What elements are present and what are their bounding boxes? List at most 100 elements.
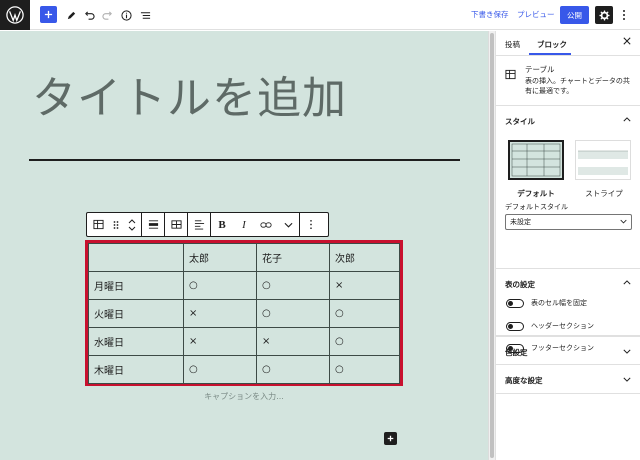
styles-panel: スタイル デフォルト ストライプ デフォルトスタイル 未設定 [496,106,640,269]
table-cell[interactable]: ○ [256,355,330,384]
block-description: 表の挿入。チャートとデータの共有に最適です。 [525,77,630,95]
redo-icon[interactable] [98,6,116,24]
list-view-icon[interactable] [136,6,154,24]
default-style-value: 未設定 [510,218,531,226]
table-caption-input[interactable]: キャプションを入力... [85,391,403,402]
table-cell[interactable]: 太郎 [183,243,257,272]
tab-post[interactable]: 投稿 [505,39,520,50]
move-up-down-icon[interactable] [123,213,141,236]
header-section-toggle[interactable] [506,321,524,331]
table-cell[interactable]: 火曜日 [88,299,184,328]
chevron-down-icon[interactable] [623,375,631,384]
style-option-default[interactable] [508,140,564,180]
style-label-default: デフォルト [517,189,555,198]
block-toolbar: B I [86,212,329,237]
table-cell[interactable]: 水曜日 [88,327,184,356]
publish-button[interactable]: 公開 [560,6,589,24]
fixed-width-toggle-row: 表のセル幅を固定 [506,297,587,309]
toolbar-group-text-align [188,213,211,236]
table-cell[interactable]: × [256,327,330,356]
chevron-up-icon[interactable] [623,278,631,287]
post-title-input[interactable]: タイトルを追加 [32,62,347,126]
add-block-button[interactable] [40,6,57,23]
align-icon[interactable] [142,213,164,236]
edit-table-icon[interactable] [165,213,187,236]
table-row: 火曜日 × ○ ○ [88,299,400,328]
block-card: テーブル 表の挿入。チャートとデータの共有に最適です。 [496,56,640,106]
table-cell[interactable]: ○ [183,271,257,300]
italic-icon[interactable]: I [233,213,255,236]
settings-gear-icon[interactable] [595,6,613,24]
link-icon[interactable] [255,213,277,236]
table-row: 月曜日 ○ ○ × [88,271,400,300]
color-settings-panel[interactable]: 色設定 [496,336,640,365]
toolbar-group-options [300,213,322,236]
block-options-icon[interactable] [300,213,322,236]
chevron-down-icon[interactable] [623,347,631,356]
save-draft-button[interactable]: 下書き保存 [471,9,509,20]
table-block-icon[interactable] [87,213,109,236]
preview-button[interactable]: プレビュー [517,9,555,20]
chevron-up-icon[interactable] [623,115,631,124]
text-align-icon[interactable] [188,213,210,236]
table-cell[interactable]: ○ [183,355,257,384]
chevron-down-icon[interactable] [277,213,299,236]
fixed-width-toggle[interactable] [506,298,524,308]
toggle-knob [508,300,513,306]
sidebar-tabs: 投稿 ブロック [496,31,640,56]
editor-topbar: 下書き保存 プレビュー 公開 [0,0,640,30]
fixed-width-label: 表のセル幅を固定 [531,299,587,307]
table-cell[interactable]: 月曜日 [88,271,184,300]
wordpress-logo-icon[interactable] [0,0,30,30]
info-icon[interactable] [117,6,135,24]
table-block[interactable]: 太郎 花子 次郎 月曜日 ○ ○ × 火曜日 × ○ ○ 水曜日 × × ○ 木… [85,240,403,386]
default-style-select[interactable]: 未設定 [505,214,632,230]
table-cell[interactable]: 花子 [256,243,330,272]
table-cell[interactable]: 木曜日 [88,355,184,384]
add-block-inline-button[interactable] [384,432,397,445]
table-row: 水曜日 × × ○ [88,327,400,356]
table-cell[interactable]: × [183,299,257,328]
table-cell[interactable]: ○ [329,299,400,328]
table-cell[interactable]: × [329,271,400,300]
pencil-icon[interactable] [62,6,80,24]
toolbar-group-align [142,213,165,236]
header-section-toggle-row: ヘッダーセクション [506,320,594,332]
advanced-settings-panel[interactable]: 高度な設定 [496,365,640,394]
toolbar-group-block [87,213,142,236]
drag-handle-icon[interactable] [109,213,123,236]
style-label-stripe: ストライプ [585,189,623,198]
active-tab-indicator [529,53,571,55]
bold-icon[interactable]: B [211,213,233,236]
close-icon[interactable] [623,37,631,48]
tab-block[interactable]: ブロック [537,39,567,50]
table-cell[interactable] [88,243,184,272]
table-cell[interactable]: ○ [329,327,400,356]
toolbar-group-format: B I [211,213,300,236]
table-cell[interactable]: ○ [329,355,400,384]
scroll-thumb[interactable] [490,33,494,458]
block-name: テーブル [525,65,555,74]
table-block-icon [505,65,516,80]
toolbar-group-table [165,213,188,236]
header-section-label: ヘッダーセクション [531,322,594,330]
table-settings-title[interactable]: 表の設定 [505,279,535,290]
undo-icon[interactable] [80,6,98,24]
settings-sidebar: 投稿 ブロック テーブル 表の挿入。チャートとデータの共有に最適です。 スタイル [495,31,640,460]
canvas-scrollbar[interactable] [488,31,495,460]
style-option-stripe[interactable] [575,140,631,180]
advanced-settings-title[interactable]: 高度な設定 [505,375,543,386]
more-options-icon[interactable] [617,6,631,24]
table-cell[interactable]: ○ [256,299,330,328]
table-header-row: 太郎 花子 次郎 [88,243,400,272]
table-cell[interactable]: 次郎 [329,243,400,272]
styles-panel-title[interactable]: スタイル [505,116,535,127]
default-style-label: デフォルトスタイル [505,203,568,211]
toggle-knob [508,323,513,329]
color-settings-title[interactable]: 色設定 [505,347,528,358]
table-cell[interactable]: × [183,327,257,356]
separator-block[interactable] [29,159,460,161]
table-cell[interactable]: ○ [256,271,330,300]
data-table: 太郎 花子 次郎 月曜日 ○ ○ × 火曜日 × ○ ○ 水曜日 × × ○ 木… [88,243,400,384]
table-row: 木曜日 ○ ○ ○ [88,355,400,384]
